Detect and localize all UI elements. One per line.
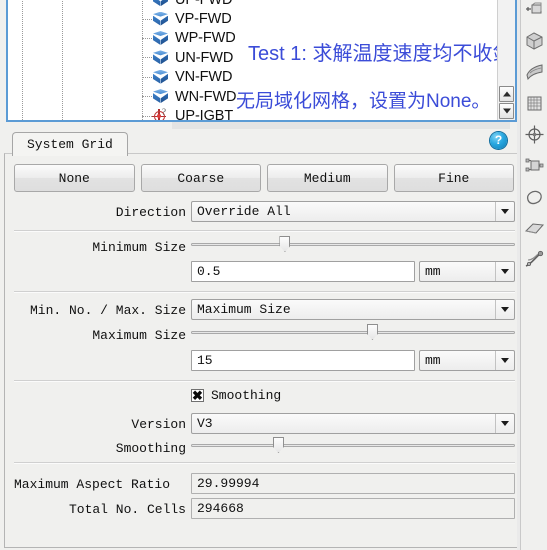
- tree-connector-line: [142, 96, 152, 98]
- smoothing-checkbox[interactable]: ✖: [191, 388, 204, 403]
- maximum-size-unit-value: mm: [425, 353, 441, 368]
- tree-item[interactable]: VN-FWD: [8, 68, 515, 87]
- tree-connector-line: [142, 37, 152, 39]
- divider-3: [14, 380, 515, 382]
- minimum-size-unit-chevron-down-icon: [495, 262, 514, 281]
- smoothing-checkbox-label: Smoothing: [211, 388, 282, 403]
- direction-label: Direction: [115, 205, 186, 220]
- tree-horizontal-scrollbar[interactable]: [172, 122, 510, 129]
- tree-vertical-scrollbar[interactable]: [497, 0, 515, 120]
- direction-combobox[interactable]: Override All: [191, 201, 515, 222]
- help-question-icon[interactable]: ?: [490, 132, 507, 149]
- tree-item-label: WP-FWD: [175, 30, 236, 47]
- tab-strip: System Grid ?: [4, 130, 521, 156]
- mesh-grid-icon[interactable]: [524, 93, 545, 114]
- version-label: Version: [131, 417, 186, 432]
- version-value: V3: [197, 416, 213, 431]
- tree-connector-line: [142, 18, 152, 20]
- cube-icon: [152, 89, 169, 104]
- total-no-cells-value: 294668: [191, 498, 515, 519]
- maximum-size-slider[interactable]: [191, 324, 515, 340]
- maximum-size-unit-combobox[interactable]: mm: [419, 350, 515, 371]
- scroll-down-arrow-icon: [502, 108, 511, 114]
- maximum-aspect-ratio-value: 29.99994: [191, 473, 515, 494]
- min-no-max-size-value: Maximum Size: [197, 302, 291, 317]
- maximum-aspect-ratio-label: Maximum Aspect Ratio: [14, 477, 171, 492]
- plane-sheet-icon[interactable]: [524, 218, 545, 239]
- grid-preset-button-row: None Coarse Medium Fine: [14, 164, 514, 192]
- tree-item-label: WN-FWD: [175, 88, 237, 105]
- scroll-up-arrow-icon: [502, 91, 511, 97]
- version-chevron-down-icon: [495, 414, 514, 433]
- maximum-size-slider-track: [191, 331, 515, 334]
- smoothing-checkbox-row[interactable]: ✖ Smoothing: [191, 388, 281, 403]
- annotation-text-2: 无局域化网格，设置为None。: [236, 91, 491, 112]
- model-tree-panel[interactable]: UP-FWD VP-FWD WP-FWD UN-FWD VN-FWD WN-FWD? UP-…: [6, 0, 517, 122]
- application-window: UP-FWD VP-FWD WP-FWD UN-FWD VN-FWD WN-FWD? UP-…: [0, 0, 547, 550]
- tree-item-label: UP-IGBT: [175, 108, 234, 122]
- cube-icon: [152, 11, 169, 27]
- smoothing-slider-track: [191, 444, 515, 447]
- grid-constraint-icon[interactable]: [524, 2, 545, 23]
- divider-4: [14, 462, 515, 464]
- direction-value: Override All: [197, 204, 291, 219]
- tab-system-grid[interactable]: System Grid: [12, 132, 128, 156]
- minimum-size-unit-combobox[interactable]: mm: [419, 261, 515, 282]
- property-panel-body: None Coarse Medium Fine Direction Override …: [4, 153, 521, 548]
- scroll-down-button[interactable]: [499, 103, 514, 119]
- minimum-size-input[interactable]: 0.5: [191, 261, 415, 282]
- annotation-text-1: Test 1: 求解温度速度均不收敛。: [248, 43, 517, 65]
- box-solid-icon[interactable]: [524, 30, 545, 51]
- tree-item[interactable]: UP-FWD: [8, 0, 515, 9]
- smoothing-slider-thumb[interactable]: [272, 437, 284, 453]
- maximum-size-input[interactable]: 15: [191, 350, 415, 371]
- crosshair-target-icon[interactable]: [524, 124, 545, 145]
- cube-icon: [152, 50, 169, 65]
- cube-icon: [152, 0, 169, 7]
- divider-2: [14, 291, 515, 293]
- loop-curve-icon[interactable]: [524, 187, 545, 208]
- tree-item-label: VP-FWD: [175, 11, 232, 28]
- particle-trace-icon[interactable]: [524, 249, 545, 270]
- minimum-size-slider[interactable]: [191, 236, 515, 252]
- preset-button-none[interactable]: None: [14, 164, 135, 192]
- divider-1: [14, 230, 515, 232]
- total-no-cells-label: Total No. Cells: [68, 502, 186, 517]
- maximum-size-unit-chevron-down-icon: [495, 351, 514, 370]
- right-tool-palette: [520, 0, 547, 550]
- preset-button-coarse[interactable]: Coarse: [140, 164, 261, 192]
- system-grid-property-panel: System Grid ? None Coarse Medium Fine Direc…: [4, 130, 521, 548]
- tree-connector-line: [142, 76, 152, 78]
- preset-button-medium[interactable]: Medium: [267, 164, 388, 192]
- checkmark-x-icon: ✖: [192, 388, 203, 403]
- minimum-size-label: Minimum Size: [92, 240, 186, 255]
- min-no-max-size-combobox[interactable]: Maximum Size: [191, 299, 515, 320]
- attach-points-icon[interactable]: [524, 155, 545, 176]
- tree-connector-line: [142, 115, 152, 117]
- minimum-size-slider-track: [191, 243, 515, 246]
- scroll-up-button[interactable]: [499, 86, 514, 102]
- version-combobox[interactable]: V3: [191, 413, 515, 434]
- smoothing-slider[interactable]: [191, 437, 515, 453]
- maximum-size-slider-thumb[interactable]: [366, 324, 378, 340]
- min-no-max-size-label: Min. No. / Max. Size: [29, 303, 186, 318]
- min-no-max-size-chevron-down-icon: [495, 300, 514, 319]
- tree-item-label: UN-FWD: [175, 49, 234, 66]
- surface-patch-icon[interactable]: [524, 61, 545, 82]
- target-icon: ?: [152, 107, 169, 120]
- maximum-size-label: Maximum Size: [92, 328, 186, 343]
- minimum-size-unit-value: mm: [425, 264, 441, 279]
- smoothing-slider-label: Smoothing: [115, 441, 186, 456]
- tree-connector-line: [142, 57, 152, 59]
- cube-icon: [152, 30, 169, 46]
- preset-button-fine[interactable]: Fine: [393, 164, 514, 192]
- minimum-size-slider-thumb[interactable]: [279, 236, 291, 252]
- cube-icon: [152, 69, 169, 85]
- tree-item-label: UP-FWD: [175, 0, 232, 8]
- tree-item-label: VN-FWD: [175, 69, 233, 86]
- tree-item[interactable]: VP-FWD: [8, 9, 515, 28]
- direction-chevron-down-icon: [495, 202, 514, 221]
